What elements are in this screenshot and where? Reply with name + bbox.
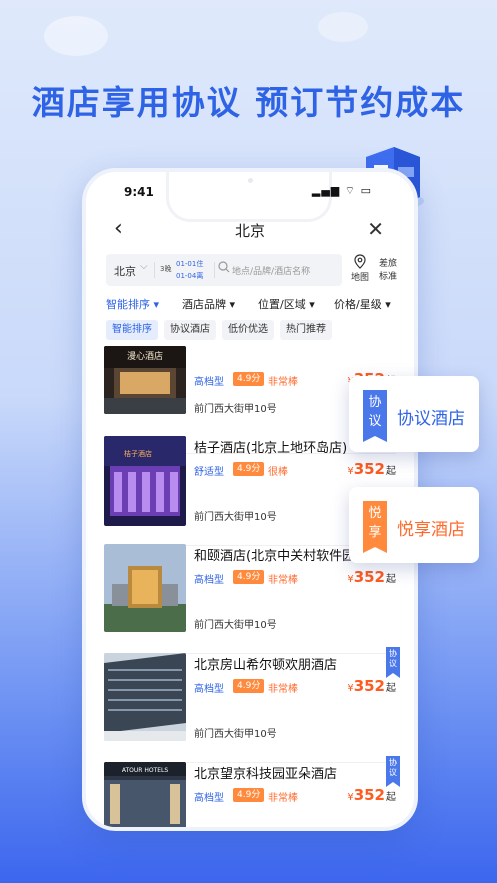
hotel-level: 高档型 [194,377,224,388]
hotel-score: 4.9分 [233,788,265,802]
hotel-photo: ATOUR HOTELS [104,762,186,827]
status-time: 9:41 [124,185,154,199]
hotel-address: 前门西大街甲10号 [194,729,277,740]
search-icon [218,261,230,273]
status-bar: 9:41 ▂▄▆ ⌔ ▭ [86,184,414,204]
hotel-name: 北京房山希尔顿欢朋酒店 [194,658,338,673]
city-selector[interactable]: 北京 [114,263,136,279]
travel-label-2: 标准 [378,272,397,282]
agreement-badge: 协议 [363,390,387,442]
background-cloud [318,12,368,42]
map-label: 地图 [350,273,369,283]
filter-bar: 智能排序 ▾ 酒店品牌 ▾ 位置/区域 ▾ 价格/星级 ▾ [106,296,404,314]
hotel-comment: 非常棒 [268,684,298,695]
filter-brand[interactable]: 酒店品牌 ▾ [182,296,235,312]
filter-sort[interactable]: 智能排序 ▾ [106,296,159,312]
date-range[interactable]: 01-01住 01-04离 [176,258,203,282]
signal-wifi-battery-icon: ▂▄▆ ⌔ ▭ [311,184,372,197]
promo-headline: 酒店享用协议 预订节约成本 [31,83,466,122]
hotel-level: 高档型 [194,793,224,804]
search-bar[interactable]: 北京 ⌵ 3晚 01-01住 01-04离 地点/品牌/酒店名称 [106,254,342,286]
agreement-ribbon: 协议 [386,647,400,678]
hotel-comment: 非常棒 [268,377,298,388]
filter-price-star[interactable]: 价格/星级 ▾ [334,296,391,312]
hotel-card[interactable]: 北京房山希尔顿欢朋酒店 高档型 4.9分 非常棒 ¥352起 前门西大街甲10号… [98,647,402,763]
checkin-date: 01-01住 [176,260,204,268]
agreement-hotel-card[interactable]: 协议 协议酒店 [349,376,479,452]
hotel-sign-text: 桔子酒店 [124,449,152,458]
tag-low-price[interactable]: 低价优选 [222,320,274,340]
hotel-sign-text: ATOUR HOTELS [122,767,169,774]
travel-label-1: 差旅 [378,259,397,269]
yuexiang-hotel-label: 悦享酒店 [397,520,465,540]
close-icon[interactable]: ✕ [367,217,384,241]
page-title: 北京 [234,222,265,240]
agreement-hotel-label: 协议酒店 [397,409,465,429]
hotel-comment: 非常棒 [268,793,298,804]
hotel-address: 前门西大街甲10号 [194,620,277,631]
hotel-address: 前门西大街甲10号 [194,512,277,523]
chevron-down-icon: ⌵ [140,261,148,272]
hotel-level: 高档型 [194,575,224,586]
filter-location[interactable]: 位置/区域 ▾ [258,296,315,312]
map-button[interactable]: 地图 [346,254,374,283]
travel-standard-button[interactable]: 差旅 标准 [376,258,400,284]
hotel-price: ¥352起 [347,460,396,478]
hotel-score: 4.9分 [233,679,265,693]
hotel-score: 4.9分 [233,570,265,584]
nav-bar: ‹ 北京 ✕ [86,216,414,244]
background-cloud [44,16,108,56]
hotel-comment: 非常棒 [268,575,298,586]
hotel-price: ¥352起 [347,568,396,586]
yuexiang-badge: 悦享 [363,501,387,553]
hotel-score: 4.9分 [233,372,265,386]
hotel-name: 北京望京科技园亚朵酒店 [194,767,338,782]
hotel-sign-text: 漫心酒店 [127,350,163,362]
hotel-photo: 桔子酒店 [104,436,186,526]
hotel-photo: 漫心酒店 [104,346,186,414]
hotel-price: ¥352起 [347,786,396,804]
yuexiang-hotel-card[interactable]: 悦享 悦享酒店 [349,487,479,563]
checkout-date: 01-04离 [176,272,204,280]
hotel-address: 前门西大街甲10号 [194,404,277,415]
hotel-price: ¥352起 [347,677,396,695]
nights-count: 3晚 [160,265,172,273]
hotel-comment: 很棒 [268,467,288,478]
search-input[interactable]: 地点/品牌/酒店名称 [232,264,310,277]
tag-smart-sort[interactable]: 智能排序 [106,320,158,340]
hotel-card[interactable]: ATOUR HOTELS 北京望京科技园亚朵酒店 高档型 4.9分 非常棒 ¥3… [98,756,402,827]
hotel-score: 4.9分 [233,462,265,476]
tag-hot[interactable]: 热门推荐 [280,320,332,340]
hotel-photo [104,544,186,632]
agreement-ribbon: 协议 [386,756,400,787]
hotel-level: 舒适型 [194,467,224,478]
hotel-photo [104,653,186,741]
hotel-level: 高档型 [194,684,224,695]
map-pin-icon [354,254,366,269]
tag-agreement-hotel[interactable]: 协议酒店 [164,320,216,340]
